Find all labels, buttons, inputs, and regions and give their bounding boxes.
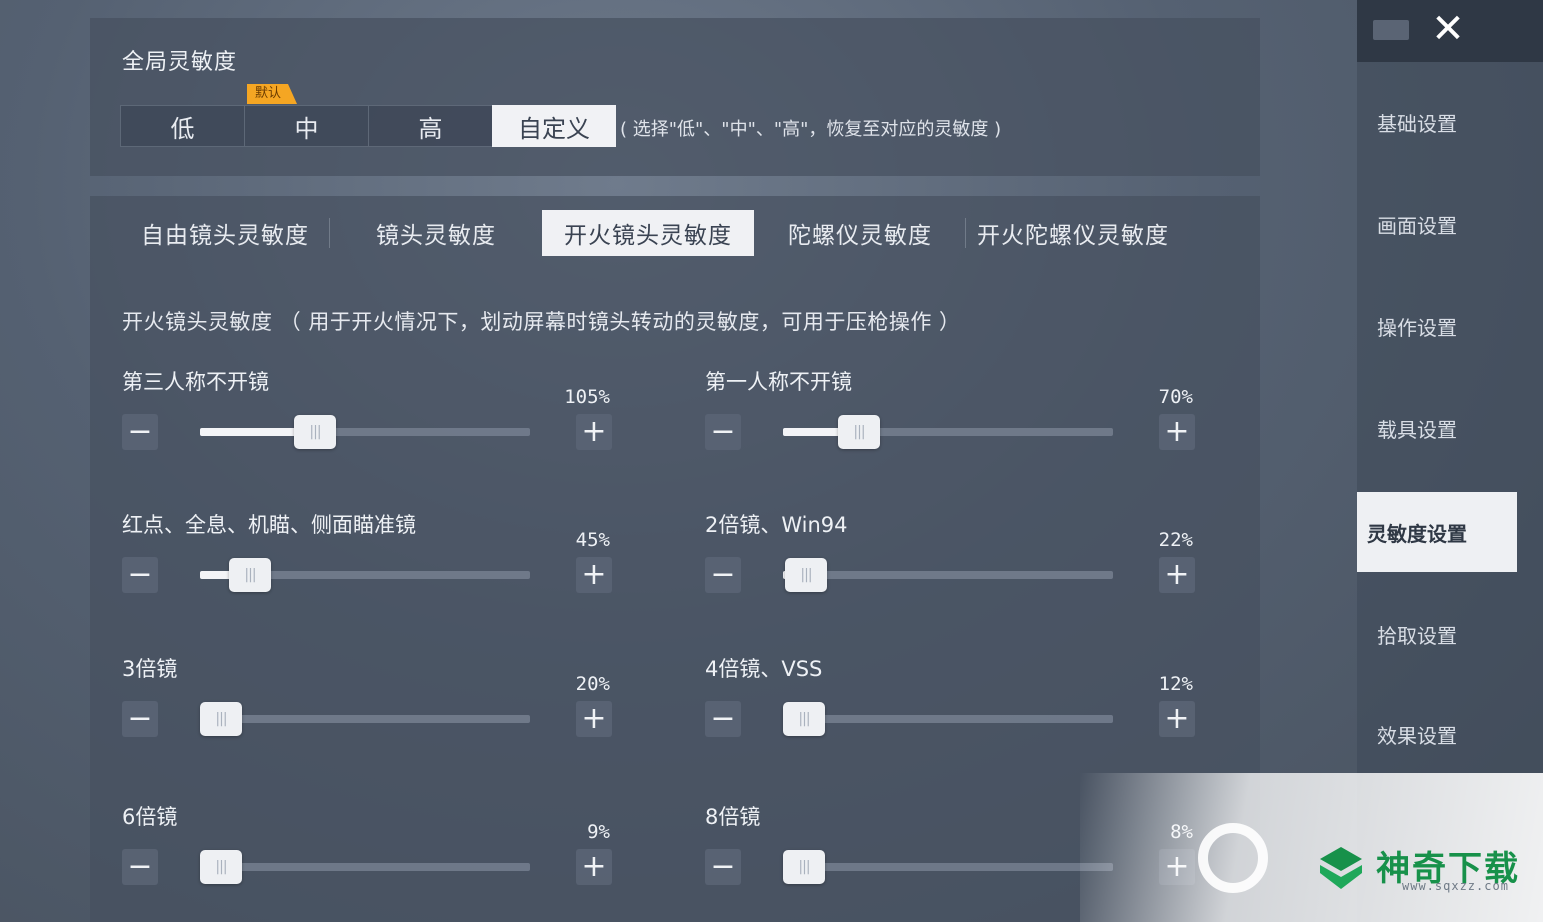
decrease-button[interactable]: −	[122, 557, 158, 593]
sensitivity-slider: 2倍镜、Win94 22% − ||| +	[705, 509, 1205, 619]
sidebar-item-sensitivity[interactable]: 灵敏度设置	[1357, 492, 1517, 572]
slider-thumb[interactable]: |||	[229, 558, 271, 592]
decrease-button[interactable]: −	[122, 701, 158, 737]
decrease-button[interactable]: −	[122, 849, 158, 885]
slider-thumb[interactable]: |||	[785, 558, 827, 592]
increase-button[interactable]: +	[576, 849, 612, 885]
slider-label: 第三人称不开镜	[122, 370, 269, 394]
tab-fire-gyroscope[interactable]: 开火陀螺仪灵敏度	[966, 210, 1180, 256]
baidu-paw-icon	[1198, 823, 1268, 893]
slider-track[interactable]: |||	[200, 702, 530, 736]
decrease-button[interactable]: −	[705, 414, 741, 450]
decrease-button[interactable]: −	[705, 849, 741, 885]
grip-icon: |||	[853, 424, 865, 440]
preset-custom-button[interactable]: 自定义	[492, 105, 616, 147]
increase-button[interactable]: +	[1159, 414, 1195, 450]
slider-value: 45%	[575, 529, 610, 551]
sensitivity-slider: 第一人称不开镜 70% − ||| +	[705, 366, 1205, 476]
menu-icon	[1373, 20, 1409, 40]
increase-button[interactable]: +	[576, 701, 612, 737]
sensitivity-slider: 红点、全息、机瞄、侧面瞄准镜 45% − ||| +	[122, 509, 622, 619]
slider-track[interactable]: |||	[783, 702, 1113, 736]
slider-track[interactable]: |||	[783, 850, 1113, 884]
slider-value: 20%	[575, 673, 610, 695]
slider-track[interactable]: |||	[200, 415, 530, 449]
default-badge: 默认	[247, 84, 298, 104]
sensitivity-slider: 4倍镜、VSS 12% − ||| +	[705, 653, 1205, 763]
slider-label: 4倍镜、VSS	[705, 657, 823, 681]
slider-thumb[interactable]: |||	[838, 415, 880, 449]
slider-value: 105%	[564, 386, 610, 408]
slider-value: 70%	[1158, 386, 1193, 408]
grip-icon: |||	[244, 567, 256, 583]
tab-description: 开火镜头灵敏度 （ 用于开火情况下，划动屏幕时镜头转动的灵敏度，可用于压枪操作 …	[122, 310, 961, 334]
sensitivity-slider: 6倍镜 9% − ||| +	[122, 801, 622, 911]
slider-track[interactable]: |||	[200, 850, 530, 884]
sidebar-header: ✕	[1357, 0, 1543, 62]
preset-hint: ( 选择"低"、"中"、"高"，恢复至对应的灵敏度 )	[620, 119, 1002, 140]
preset-high-button[interactable]: 高	[368, 105, 492, 147]
brand-url: www.sqxzz.com	[1402, 879, 1509, 893]
slider-thumb[interactable]: |||	[200, 702, 242, 736]
slider-label: 2倍镜、Win94	[705, 513, 848, 537]
sidebar-item-effects[interactable]: 效果设置	[1357, 694, 1507, 774]
brand-logo-icon	[1320, 847, 1362, 889]
slider-value: 22%	[1158, 529, 1193, 551]
tab-free-camera[interactable]: 自由镜头灵敏度	[120, 210, 330, 256]
slider-value: 12%	[1158, 673, 1193, 695]
increase-button[interactable]: +	[576, 414, 612, 450]
sidebar-item-controls[interactable]: 操作设置	[1357, 286, 1507, 366]
preset-medium-label: 中	[294, 114, 319, 143]
preset-low-button[interactable]: 低	[120, 105, 244, 147]
tab-gyroscope[interactable]: 陀螺仪灵敏度	[754, 210, 966, 256]
preset-low-label: 低	[170, 114, 195, 143]
preset-high-label: 高	[418, 114, 443, 143]
slider-track[interactable]: |||	[200, 558, 530, 592]
sensitivity-slider: 3倍镜 20% − ||| +	[122, 653, 622, 763]
preset-selector: 低 默认 中 高 自定义	[120, 84, 616, 147]
slider-thumb[interactable]: |||	[294, 415, 336, 449]
sidebar-item-pickup[interactable]: 拾取设置	[1357, 594, 1507, 674]
grip-icon: |||	[798, 859, 810, 875]
slider-value: 9%	[587, 821, 610, 843]
watermark-overlay: 神奇下载 www.sqxzz.com	[1080, 773, 1543, 922]
decrease-button[interactable]: −	[705, 701, 741, 737]
sensitivity-slider: 第三人称不开镜 105% − ||| +	[122, 366, 622, 476]
decrease-button[interactable]: −	[122, 414, 158, 450]
grip-icon: |||	[215, 859, 227, 875]
sidebar-item-vehicle[interactable]: 载具设置	[1357, 388, 1507, 468]
slider-label: 3倍镜	[122, 657, 178, 681]
slider-thumb[interactable]: |||	[200, 850, 242, 884]
slider-label: 第一人称不开镜	[705, 370, 852, 394]
tab-fire-camera[interactable]: 开火镜头灵敏度	[542, 210, 754, 256]
sensitivity-tab-bar: 自由镜头灵敏度 镜头灵敏度 开火镜头灵敏度 陀螺仪灵敏度 开火陀螺仪灵敏度	[120, 210, 1180, 256]
grip-icon: |||	[798, 711, 810, 727]
slider-track[interactable]: |||	[783, 558, 1113, 592]
sidebar-item-graphics[interactable]: 画面设置	[1357, 184, 1507, 264]
slider-thumb[interactable]: |||	[783, 702, 825, 736]
slider-thumb[interactable]: |||	[783, 850, 825, 884]
grip-icon: |||	[800, 567, 812, 583]
slider-label: 8倍镜	[705, 805, 761, 829]
decrease-button[interactable]: −	[705, 557, 741, 593]
sidebar-item-basic[interactable]: 基础设置	[1357, 82, 1507, 162]
grip-icon: |||	[215, 711, 227, 727]
global-sensitivity-panel: 全局灵敏度 低 默认 中 高 自定义 ( 选择"低"、"中"、"高"，恢复至对应…	[90, 18, 1260, 176]
slider-label: 6倍镜	[122, 805, 178, 829]
preset-medium-button[interactable]: 默认 中	[244, 84, 368, 147]
slider-label: 红点、全息、机瞄、侧面瞄准镜	[122, 513, 416, 537]
increase-button[interactable]: +	[1159, 557, 1195, 593]
increase-button[interactable]: +	[1159, 701, 1195, 737]
increase-button[interactable]: +	[576, 557, 612, 593]
close-button[interactable]: ✕	[1425, 6, 1471, 52]
slider-track[interactable]: |||	[783, 415, 1113, 449]
grip-icon: |||	[309, 424, 321, 440]
preset-custom-label: 自定义	[518, 114, 590, 143]
global-sensitivity-title: 全局灵敏度	[122, 50, 238, 75]
tab-camera[interactable]: 镜头灵敏度	[330, 210, 542, 256]
